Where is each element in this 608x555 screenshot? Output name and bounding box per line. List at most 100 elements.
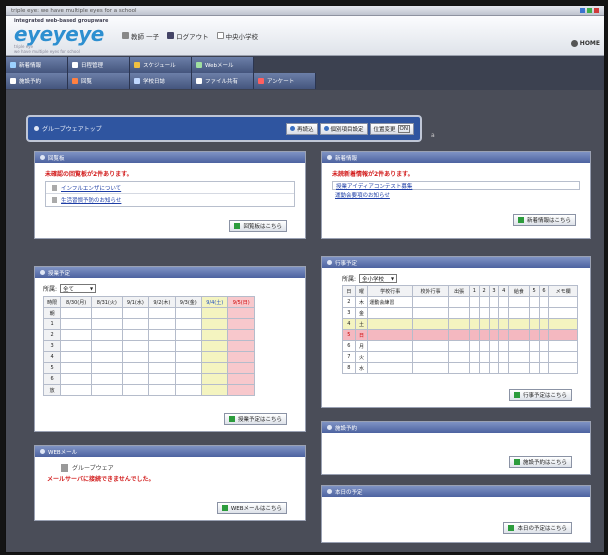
schedule-cell[interactable] bbox=[148, 362, 176, 374]
schedule-cell[interactable] bbox=[200, 329, 229, 341]
close-icon[interactable] bbox=[594, 8, 599, 13]
event-detail-cell[interactable] bbox=[448, 318, 470, 330]
circular-more-button[interactable]: 回覧板はこちら bbox=[229, 220, 287, 232]
circular-item[interactable]: 生活習慣予防のお知らせ bbox=[46, 194, 294, 206]
news-more-button[interactable]: 新着情報はこちら bbox=[512, 214, 576, 226]
event-detail-cell[interactable] bbox=[508, 296, 530, 308]
event-detail-cell[interactable] bbox=[478, 318, 490, 330]
logo[interactable]: integrated web-based groupware eyeyeye t… bbox=[14, 18, 114, 54]
schedule-cell[interactable] bbox=[121, 340, 150, 352]
event-detail-cell[interactable] bbox=[478, 307, 490, 319]
event-detail-cell[interactable] bbox=[508, 351, 530, 363]
event-detail-cell[interactable] bbox=[411, 318, 450, 330]
event-detail-cell[interactable] bbox=[538, 340, 550, 352]
menu-item[interactable]: 新着情報 bbox=[6, 57, 68, 73]
schedule-cell[interactable] bbox=[148, 340, 176, 352]
events-filter-select[interactable]: 全小学校 ▼ bbox=[359, 274, 398, 283]
schedule-cell[interactable] bbox=[227, 340, 255, 352]
event-detail-cell[interactable] bbox=[538, 318, 550, 330]
schedule-cell[interactable] bbox=[121, 384, 150, 396]
circular-item[interactable]: インフルエンザについて bbox=[46, 182, 294, 194]
schedule-cell[interactable] bbox=[90, 351, 123, 363]
event-detail-cell[interactable] bbox=[508, 318, 530, 330]
schedule-cell[interactable] bbox=[174, 362, 202, 374]
schedule-cell[interactable] bbox=[90, 329, 123, 341]
event-detail-cell[interactable] bbox=[468, 296, 480, 308]
event-detail-cell[interactable] bbox=[468, 329, 480, 341]
event-detail-cell[interactable] bbox=[508, 307, 530, 319]
event-detail-cell[interactable] bbox=[468, 307, 480, 319]
maximize-icon[interactable] bbox=[587, 8, 592, 13]
event-detail-cell[interactable] bbox=[538, 362, 550, 374]
schedule-cell[interactable] bbox=[148, 318, 176, 330]
home-link[interactable]: HOME bbox=[570, 40, 600, 47]
event-detail-cell[interactable] bbox=[468, 351, 480, 363]
class-filter-select[interactable]: 全て ▼ bbox=[60, 284, 97, 293]
schedule-cell[interactable] bbox=[90, 318, 123, 330]
schedule-cell[interactable] bbox=[90, 384, 123, 396]
event-detail-cell[interactable] bbox=[538, 307, 550, 319]
schedule-cell[interactable] bbox=[121, 307, 150, 319]
menu-item[interactable]: 施設予約 bbox=[6, 73, 68, 89]
event-detail-cell[interactable] bbox=[411, 362, 450, 374]
event-detail-cell[interactable] bbox=[508, 340, 530, 352]
refresh-button[interactable]: 再読込 bbox=[286, 122, 318, 135]
schedule-cell[interactable] bbox=[174, 384, 202, 396]
event-detail-cell[interactable] bbox=[548, 307, 578, 319]
menu-item[interactable]: スケジュール bbox=[130, 57, 192, 73]
event-detail-cell[interactable] bbox=[488, 296, 500, 308]
event-detail-cell[interactable] bbox=[548, 362, 578, 374]
schedule-cell[interactable] bbox=[174, 373, 202, 385]
event-detail-cell[interactable] bbox=[411, 329, 450, 341]
event-detail-cell[interactable] bbox=[548, 318, 578, 330]
schedule-cell[interactable] bbox=[174, 340, 202, 352]
schedule-cell[interactable] bbox=[174, 351, 202, 363]
schedule-cell[interactable] bbox=[174, 307, 202, 319]
event-detail-cell[interactable] bbox=[448, 296, 470, 308]
schedule-cell[interactable] bbox=[121, 362, 150, 374]
schedule-cell[interactable] bbox=[227, 329, 255, 341]
menu-item[interactable]: アンケート bbox=[254, 73, 316, 89]
event-detail-cell[interactable] bbox=[411, 340, 450, 352]
schedule-cell[interactable] bbox=[60, 373, 92, 385]
event-detail-cell[interactable] bbox=[488, 340, 500, 352]
schedule-cell[interactable] bbox=[60, 318, 92, 330]
menu-item[interactable]: ファイル共有 bbox=[192, 73, 254, 89]
event-detail-cell[interactable] bbox=[488, 329, 500, 341]
schedule-cell[interactable] bbox=[60, 329, 92, 341]
menu-item[interactable]: 回覧 bbox=[68, 73, 130, 89]
events-more-button[interactable]: 行事予定はこちら bbox=[508, 389, 572, 401]
event-detail-cell[interactable] bbox=[548, 351, 578, 363]
event-detail-cell[interactable] bbox=[528, 340, 540, 352]
event-detail-cell[interactable] bbox=[528, 351, 540, 363]
schedule-cell[interactable] bbox=[200, 318, 229, 330]
schedule-cell[interactable] bbox=[227, 384, 255, 396]
schedule-cell[interactable] bbox=[148, 307, 176, 319]
schedule-cell[interactable] bbox=[227, 373, 255, 385]
event-detail-cell[interactable] bbox=[498, 340, 510, 352]
event-detail-cell[interactable] bbox=[411, 307, 450, 319]
event-detail-cell[interactable] bbox=[498, 296, 510, 308]
schedule-cell[interactable] bbox=[200, 384, 229, 396]
schedule-cell[interactable] bbox=[148, 329, 176, 341]
event-detail-cell[interactable] bbox=[411, 351, 450, 363]
schedule-cell[interactable] bbox=[121, 351, 150, 363]
schedule-cell[interactable] bbox=[121, 318, 150, 330]
schedule-cell[interactable] bbox=[227, 307, 255, 319]
event-detail-cell[interactable] bbox=[498, 362, 510, 374]
schedule-cell[interactable] bbox=[90, 340, 123, 352]
schedule-cell[interactable] bbox=[90, 307, 123, 319]
event-detail-cell[interactable] bbox=[468, 340, 480, 352]
class-schedule-more-button[interactable]: 授業予定はこちら bbox=[223, 413, 287, 425]
schedule-cell[interactable] bbox=[200, 340, 229, 352]
schedule-cell[interactable] bbox=[200, 307, 229, 319]
schedule-cell[interactable] bbox=[90, 373, 123, 385]
schedule-cell[interactable] bbox=[148, 384, 176, 396]
schedule-cell[interactable] bbox=[200, 373, 229, 385]
event-detail-cell[interactable] bbox=[448, 351, 470, 363]
event-detail-cell[interactable] bbox=[528, 318, 540, 330]
event-detail-cell[interactable] bbox=[488, 307, 500, 319]
news-item[interactable]: 運動会要項のお知らせ bbox=[332, 190, 580, 199]
event-detail-cell[interactable] bbox=[448, 362, 470, 374]
event-detail-cell[interactable] bbox=[478, 329, 490, 341]
